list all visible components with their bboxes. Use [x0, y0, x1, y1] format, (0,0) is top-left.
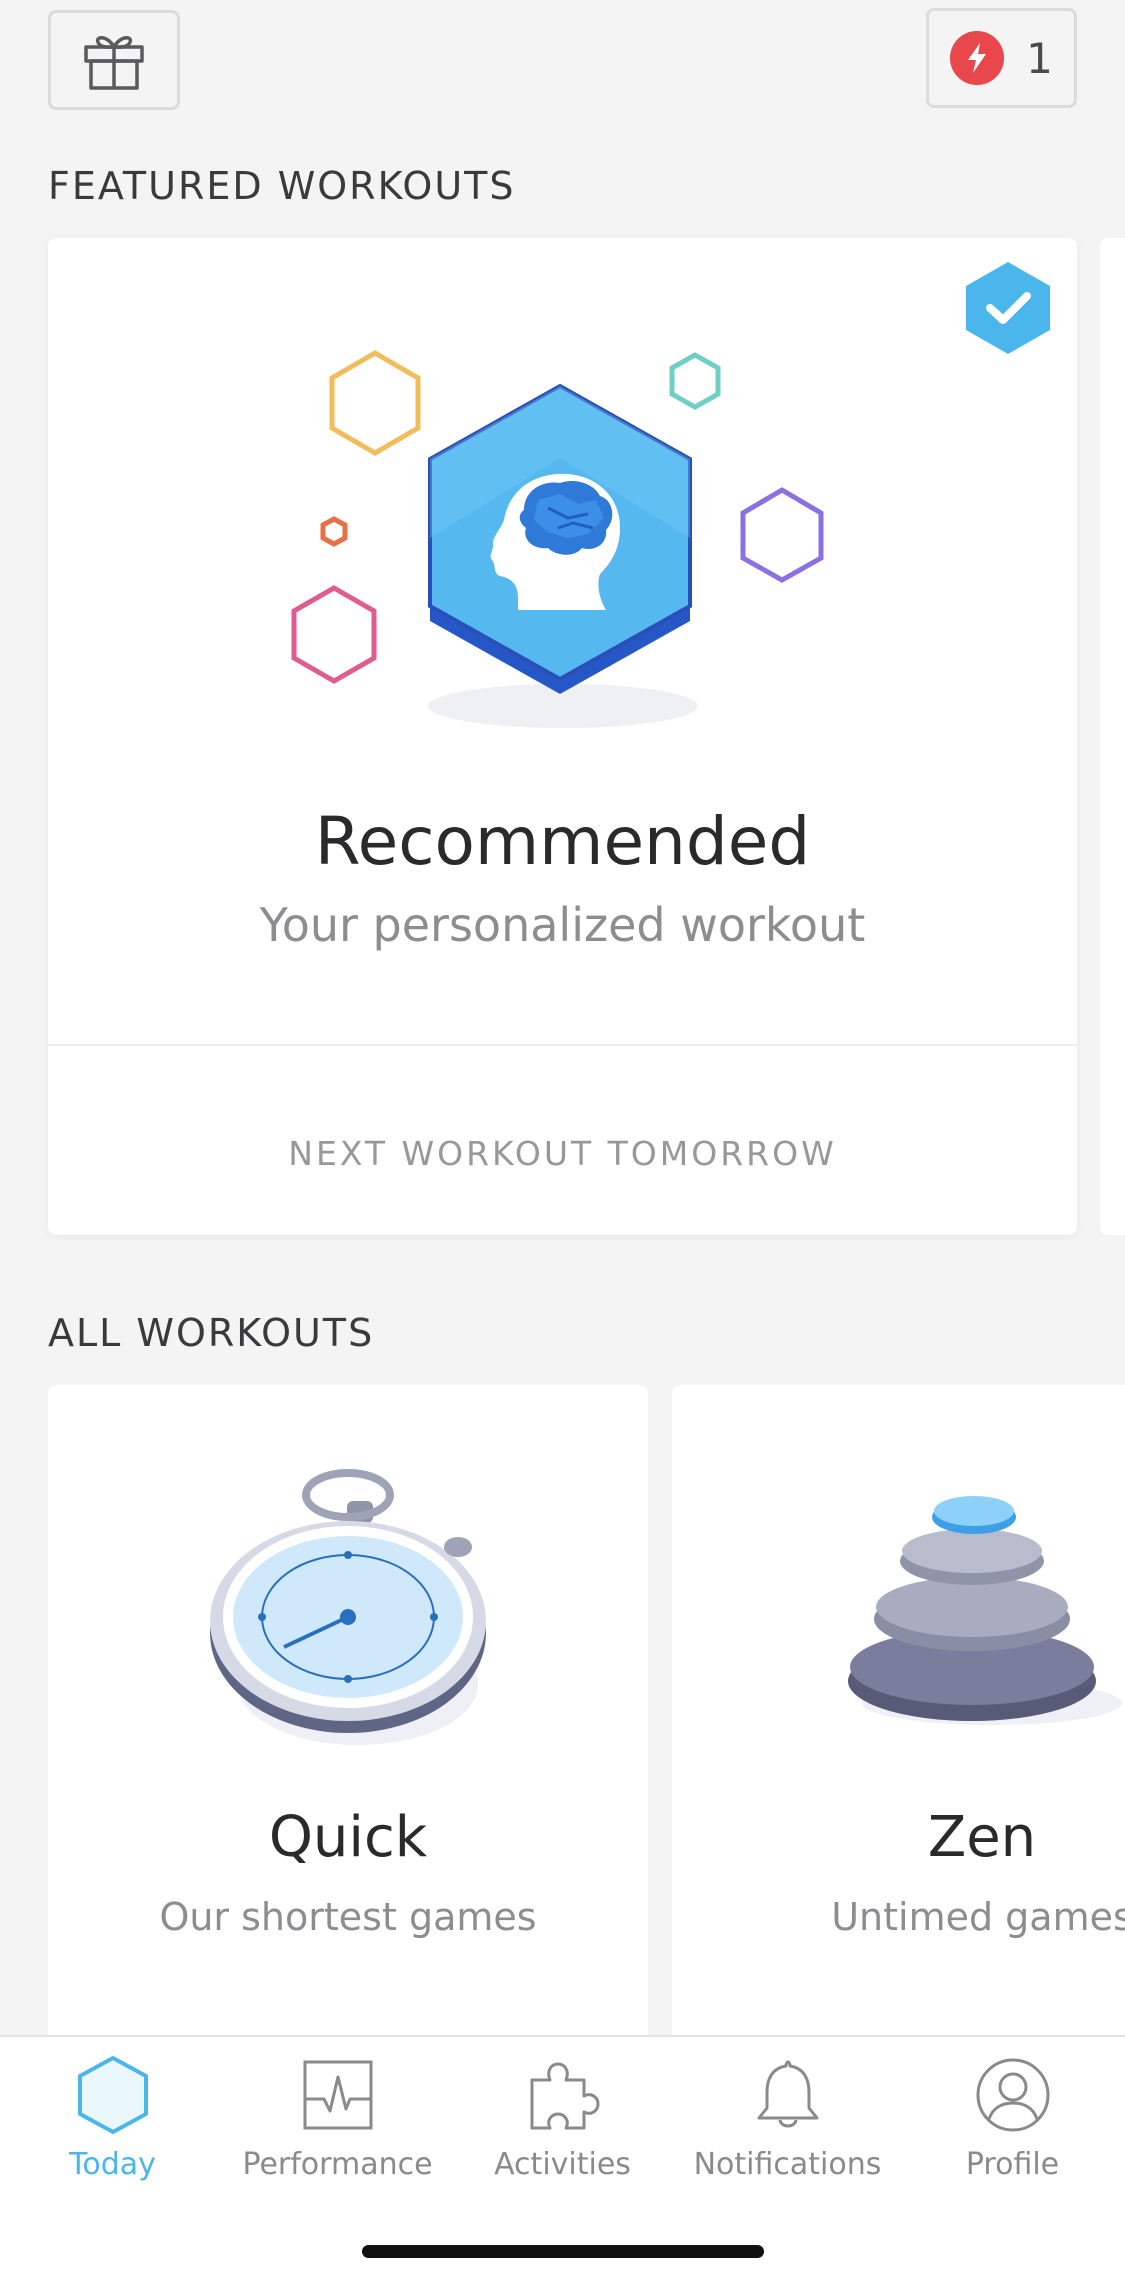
- stones-icon: [848, 1496, 1122, 1725]
- next-featured-card-peek[interactable]: [1100, 238, 1125, 1235]
- quick-subtitle: Our shortest games: [159, 1895, 537, 1939]
- tab-performance[interactable]: Performance: [225, 2055, 450, 2215]
- brain-hexagon-illustration: [291, 350, 824, 728]
- stopwatch-icon: [210, 1469, 486, 1745]
- gift-icon: [84, 36, 144, 90]
- quick-workout-card[interactable]: Quick Our shortest games: [48, 1385, 648, 2045]
- tab-performance-label: Performance: [242, 2147, 433, 2182]
- tab-activities-label: Activities: [494, 2147, 631, 2182]
- divider: [48, 1044, 1077, 1046]
- zen-subtitle: Untimed games: [831, 1895, 1125, 1939]
- energy-count: 1: [1026, 33, 1053, 83]
- tab-notifications[interactable]: Notifications: [675, 2055, 900, 2215]
- gift-button[interactable]: [48, 10, 180, 110]
- hexagon-icon: [73, 2055, 153, 2135]
- pulse-chart-icon: [298, 2055, 378, 2135]
- zen-title: Zen: [927, 1805, 1037, 1870]
- recommended-title: Recommended: [314, 803, 811, 880]
- recommended-subtitle: Your personalized workout: [259, 898, 866, 952]
- profile-icon: [973, 2055, 1053, 2135]
- tab-today[interactable]: Today: [0, 2055, 225, 2215]
- featured-section-title: FEATURED WORKOUTS: [48, 164, 516, 208]
- puzzle-icon: [523, 2055, 603, 2135]
- tab-profile-label: Profile: [965, 2147, 1060, 2182]
- tab-activities[interactable]: Activities: [450, 2055, 675, 2215]
- zen-workout-card[interactable]: Zen Untimed games: [672, 1385, 1125, 2045]
- bell-icon: [748, 2055, 828, 2135]
- next-workout-status: NEXT WORKOUT TOMORROW: [288, 1134, 837, 1173]
- home-indicator[interactable]: [362, 2245, 764, 2258]
- energy-button[interactable]: 1: [926, 8, 1077, 108]
- recommended-workout-card[interactable]: Recommended Your personalized workout NE…: [48, 238, 1077, 1235]
- completed-check-icon: [964, 260, 1052, 360]
- all-workouts-section-title: ALL WORKOUTS: [48, 1311, 375, 1355]
- quick-title: Quick: [268, 1805, 428, 1870]
- tab-profile[interactable]: Profile: [900, 2055, 1125, 2215]
- tab-today-label: Today: [69, 2147, 156, 2182]
- tab-notifications-label: Notifications: [693, 2147, 882, 2182]
- today-screen: 1 FEATURED WORKOUTS Recommended Your per…: [0, 0, 1125, 2284]
- lightning-icon: [950, 31, 1005, 85]
